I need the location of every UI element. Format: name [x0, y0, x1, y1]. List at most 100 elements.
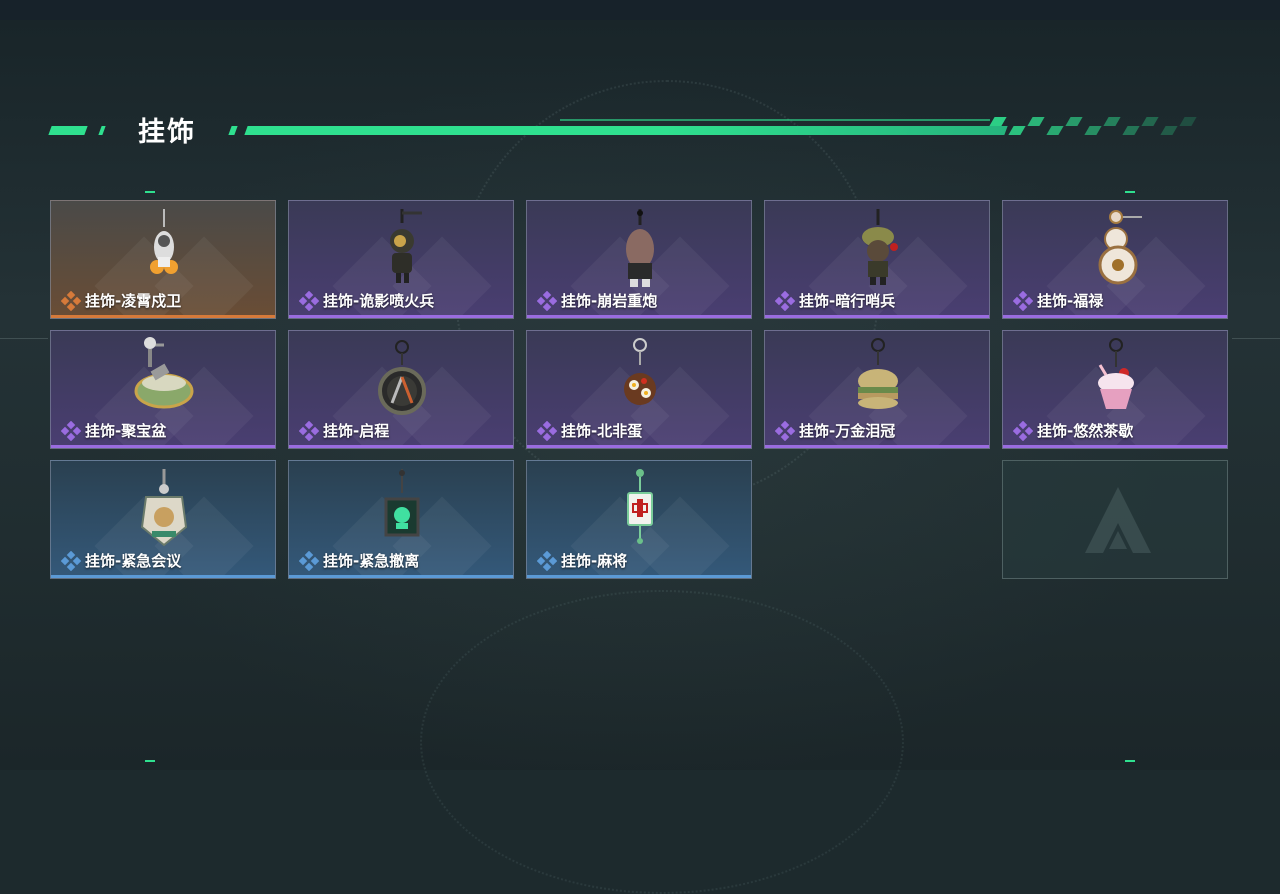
- meeting-badge-charm-icon: [140, 469, 188, 547]
- charm-card[interactable]: 挂饰-北非蛋: [526, 330, 752, 449]
- rarity-icon: [298, 420, 320, 441]
- corner-tick: [145, 760, 155, 762]
- cupcake-charm-icon: [1098, 338, 1134, 409]
- rarity-icon: [1012, 420, 1034, 441]
- checker-block: [1027, 117, 1045, 126]
- checker-block: [1179, 117, 1197, 126]
- empty-slot[interactable]: [1002, 460, 1228, 579]
- evacuation-cube-charm-icon: [384, 469, 420, 537]
- checker-block: [1008, 126, 1026, 135]
- header-thin-line: [560, 119, 990, 121]
- rarity-stripe: [51, 575, 275, 578]
- rarity-icon: [774, 290, 796, 311]
- charm-card[interactable]: 挂饰-崩岩重炮: [526, 200, 752, 319]
- rarity-stripe: [765, 315, 989, 318]
- top-band: [0, 0, 1280, 20]
- charm-name: 挂饰-诡影喷火兵: [323, 292, 435, 310]
- rarity-stripe: [289, 315, 513, 318]
- charm-card[interactable]: 挂饰-紧急会议: [50, 460, 276, 579]
- rarity-icon: [536, 420, 558, 441]
- rarity-icon: [536, 290, 558, 311]
- mahjong-tile-charm-icon: [627, 469, 653, 544]
- rarity-stripe: [289, 575, 513, 578]
- background-ring-lower: [420, 590, 904, 894]
- charm-label: 挂饰-诡影喷火兵: [298, 290, 435, 311]
- charm-name: 挂饰-北非蛋: [561, 422, 643, 440]
- compass-ring-charm-icon: [378, 340, 426, 415]
- rarity-stripe: [1003, 315, 1227, 318]
- checker-block: [1065, 117, 1083, 126]
- charm-card[interactable]: 挂饰-凌霄戍卫: [50, 200, 276, 319]
- charm-name: 挂饰-福禄: [1037, 292, 1104, 310]
- checker-block: [1141, 117, 1159, 126]
- charm-name: 挂饰-暗行哨兵: [799, 292, 896, 310]
- rarity-icon: [536, 550, 558, 571]
- charm-card[interactable]: 挂饰-麻将: [526, 460, 752, 579]
- checker-block: [1084, 126, 1102, 135]
- charm-label: 挂饰-万金泪冠: [774, 420, 896, 441]
- charm-name: 挂饰-凌霄戍卫: [85, 292, 182, 310]
- flamethrower-soldier-charm-icon: [390, 209, 422, 283]
- charm-card[interactable]: 挂饰-悠然茶歇: [1002, 330, 1228, 449]
- rarity-stripe: [289, 445, 513, 448]
- charm-name: 挂饰-悠然茶歇: [1037, 422, 1134, 440]
- section-title: 挂饰: [138, 117, 196, 148]
- heavy-gunner-charm-icon: [626, 209, 654, 287]
- game-logo-icon: [1085, 487, 1151, 553]
- charm-card[interactable]: 挂饰-紧急撤离: [288, 460, 514, 579]
- rarity-icon: [60, 420, 82, 441]
- charm-card[interactable]: 挂饰-诡影喷火兵: [288, 200, 514, 319]
- charm-label: 挂饰-悠然茶歇: [1012, 420, 1134, 441]
- charm-label: 挂饰-紧急会议: [60, 550, 182, 571]
- rarity-icon: [298, 290, 320, 311]
- charm-card[interactable]: 挂饰-启程: [288, 330, 514, 449]
- checker-block: [1122, 126, 1140, 135]
- rocket-soldier-charm-icon: [150, 209, 178, 274]
- checker-block: [1160, 126, 1178, 135]
- charm-name: 挂饰-启程: [323, 422, 390, 440]
- charm-label: 挂饰-麻将: [536, 550, 628, 571]
- charm-label: 挂饰-凌霄戍卫: [60, 290, 182, 311]
- corner-tick: [1125, 191, 1135, 193]
- rarity-stripe: [51, 315, 275, 318]
- charm-name: 挂饰-聚宝盆: [85, 422, 167, 440]
- charm-label: 挂饰-暗行哨兵: [774, 290, 896, 311]
- sentinel-charm-icon: [862, 209, 898, 285]
- charm-name: 挂饰-紧急会议: [85, 552, 182, 570]
- rarity-icon: [298, 550, 320, 571]
- corner-tick: [145, 191, 155, 193]
- rarity-icon: [60, 550, 82, 571]
- charm-name: 挂饰-紧急撤离: [323, 552, 420, 570]
- charm-label: 挂饰-崩岩重炮: [536, 290, 658, 311]
- header-checker-pattern: [989, 117, 1202, 135]
- side-line-right: [1232, 338, 1280, 339]
- side-line-left: [0, 338, 48, 339]
- charm-name: 挂饰-万金泪冠: [799, 422, 896, 440]
- checker-block: [989, 117, 1007, 126]
- gourd-charm-icon: [1098, 210, 1142, 285]
- charm-card[interactable]: 挂饰-福禄: [1002, 200, 1228, 319]
- treasure-bowl-charm-icon: [134, 337, 194, 409]
- charm-name: 挂饰-麻将: [561, 552, 628, 570]
- corner-tick: [1125, 760, 1135, 762]
- charm-label: 挂饰-聚宝盆: [60, 420, 167, 441]
- checker-block: [1103, 117, 1121, 126]
- charm-label: 挂饰-北非蛋: [536, 420, 643, 441]
- rarity-stripe: [765, 445, 989, 448]
- header-accent-line: [244, 126, 1008, 135]
- charm-label: 挂饰-福禄: [1012, 290, 1104, 311]
- charm-label: 挂饰-紧急撤离: [298, 550, 420, 571]
- rarity-stripe: [51, 445, 275, 448]
- charm-card[interactable]: 挂饰-暗行哨兵: [764, 200, 990, 319]
- shakshuka-pan-charm-icon: [624, 338, 656, 405]
- header-accent-bar: [48, 126, 88, 135]
- rarity-stripe: [527, 315, 751, 318]
- charm-card[interactable]: 挂饰-聚宝盆: [50, 330, 276, 449]
- rarity-stripe: [1003, 445, 1227, 448]
- rarity-stripe: [527, 575, 751, 578]
- charm-card[interactable]: 挂饰-万金泪冠: [764, 330, 990, 449]
- rarity-stripe: [527, 445, 751, 448]
- charm-name: 挂饰-崩岩重炮: [561, 292, 658, 310]
- rarity-icon: [1012, 290, 1034, 311]
- rarity-icon: [774, 420, 796, 441]
